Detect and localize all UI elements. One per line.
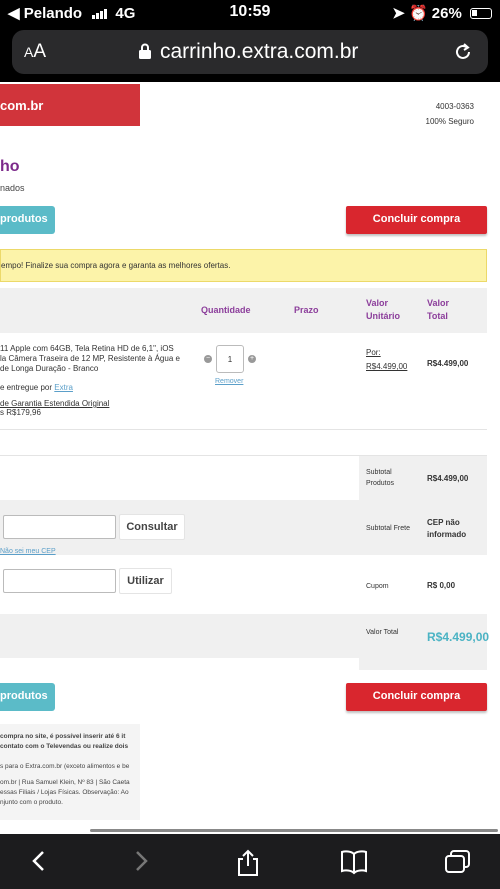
- col-unit-value: Valor: [366, 298, 389, 308]
- page-subtitle: nados: [0, 183, 25, 193]
- total-label: Valor Total: [366, 629, 399, 636]
- alarm-icon: ⏰: [408, 5, 428, 22]
- subtotal-label-2: Produtos: [366, 480, 395, 487]
- phone-number: 4003-0363: [435, 102, 474, 111]
- secure-badge: 100% Seguro: [425, 117, 474, 126]
- total-value: R$4.499,00: [427, 630, 490, 644]
- delivery-prefix: e entregue por: [0, 383, 53, 392]
- cep-consult-button[interactable]: Consultar: [119, 514, 185, 540]
- unknown-cep-link[interactable]: Não sei meu CEP: [0, 547, 56, 557]
- scroll-indicator: [90, 829, 498, 832]
- subtotal-label: Subtotal: [366, 469, 392, 476]
- battery-icon: [470, 8, 492, 19]
- item-total: R$4.499,00: [427, 359, 469, 368]
- col-deadline: Prazo: [294, 305, 319, 315]
- product-name-3[interactable]: de Longa Duração - Branco: [0, 364, 98, 374]
- lock-icon: [139, 43, 151, 59]
- status-bar: ◀ Pelando 4G 10:59 ➤ ⏰ 26%: [0, 0, 500, 26]
- bookmarks-icon[interactable]: [339, 849, 369, 875]
- col-quantity: Quantidade: [201, 305, 251, 315]
- col-total: Valor: [427, 298, 450, 308]
- footer-line-6: njunto com o produto.: [0, 799, 63, 806]
- unit-price: R$4.499,00: [366, 362, 408, 371]
- footer-line-5: essas Filiais / Lojas Físicas. Observaçã…: [0, 789, 129, 796]
- text-size-button[interactable]: AA: [24, 41, 46, 63]
- reload-icon[interactable]: [452, 41, 474, 63]
- product-name-1[interactable]: 11 Apple com 64GB, Tela Retina HD de 6,1…: [0, 344, 174, 354]
- subtotal-value: R$4.499,00: [427, 474, 469, 483]
- seller-link[interactable]: Extra: [54, 383, 73, 392]
- page-title: ho: [0, 158, 20, 175]
- footer-line-1: compra no site, é possível inserir até 6…: [0, 733, 126, 740]
- col-total-2: Total: [427, 311, 448, 321]
- footer-line-4: om.br | Rua Samuel Klein, Nº 83 | São Ca…: [0, 779, 130, 786]
- col-unit-value-2: Unitário: [366, 311, 401, 321]
- battery-percent: 26%: [431, 5, 462, 22]
- footer-info: compra no site, é possível inserir até 6…: [0, 724, 140, 820]
- browser-chrome: AA carrinho.extra.com.br: [0, 26, 500, 82]
- warranty-price: s R$179,96: [0, 408, 41, 417]
- quantity-input[interactable]: 1: [216, 345, 244, 373]
- coupon-input[interactable]: [3, 569, 116, 593]
- checkout-button-top[interactable]: Concluir compra: [346, 206, 487, 234]
- share-icon[interactable]: [235, 849, 261, 877]
- forward-icon[interactable]: [130, 849, 152, 873]
- address-bar[interactable]: AA carrinho.extra.com.br: [12, 30, 488, 74]
- delivery-info: e entregue por Extra: [0, 383, 73, 393]
- coupon-apply-button[interactable]: Utilizar: [119, 568, 172, 594]
- coupon-label: Cupom: [366, 583, 389, 590]
- urgency-notice: empo! Finalize sua compra agora e garant…: [0, 249, 487, 282]
- product-name-2[interactable]: la Câmera Traseira de 12 MP, Resistente …: [0, 354, 180, 364]
- footer-line-3: s para o Extra.com.br (exceto alimentos …: [0, 763, 130, 770]
- decrease-quantity-button[interactable]: −: [204, 355, 212, 363]
- shipping-value: CEP não: [427, 518, 460, 527]
- cep-input[interactable]: [3, 515, 116, 539]
- coupon-value: R$ 0,00: [427, 581, 456, 590]
- status-right: ➤ ⏰ 26%: [392, 4, 492, 22]
- back-icon[interactable]: [28, 849, 50, 873]
- continue-shopping-button[interactable]: produtos: [0, 206, 55, 234]
- url-text[interactable]: carrinho.extra.com.br: [160, 40, 358, 64]
- tabs-icon[interactable]: [444, 849, 472, 875]
- remove-item-link[interactable]: Remover: [215, 377, 243, 387]
- browser-toolbar: [0, 834, 500, 889]
- price-prefix: Por:: [366, 348, 381, 357]
- shipping-value-2: informado: [427, 530, 467, 539]
- increase-quantity-button[interactable]: +: [248, 355, 256, 363]
- footer-line-2: contato com o Televendas ou realize dois: [0, 743, 129, 750]
- site-logo[interactable]: com.br: [0, 84, 140, 126]
- shipping-label: Subtotal Frete: [366, 525, 410, 532]
- checkout-button-bottom[interactable]: Concluir compra: [346, 683, 487, 711]
- location-icon: ➤: [392, 5, 405, 22]
- continue-shopping-button-bottom[interactable]: produtos: [0, 683, 55, 711]
